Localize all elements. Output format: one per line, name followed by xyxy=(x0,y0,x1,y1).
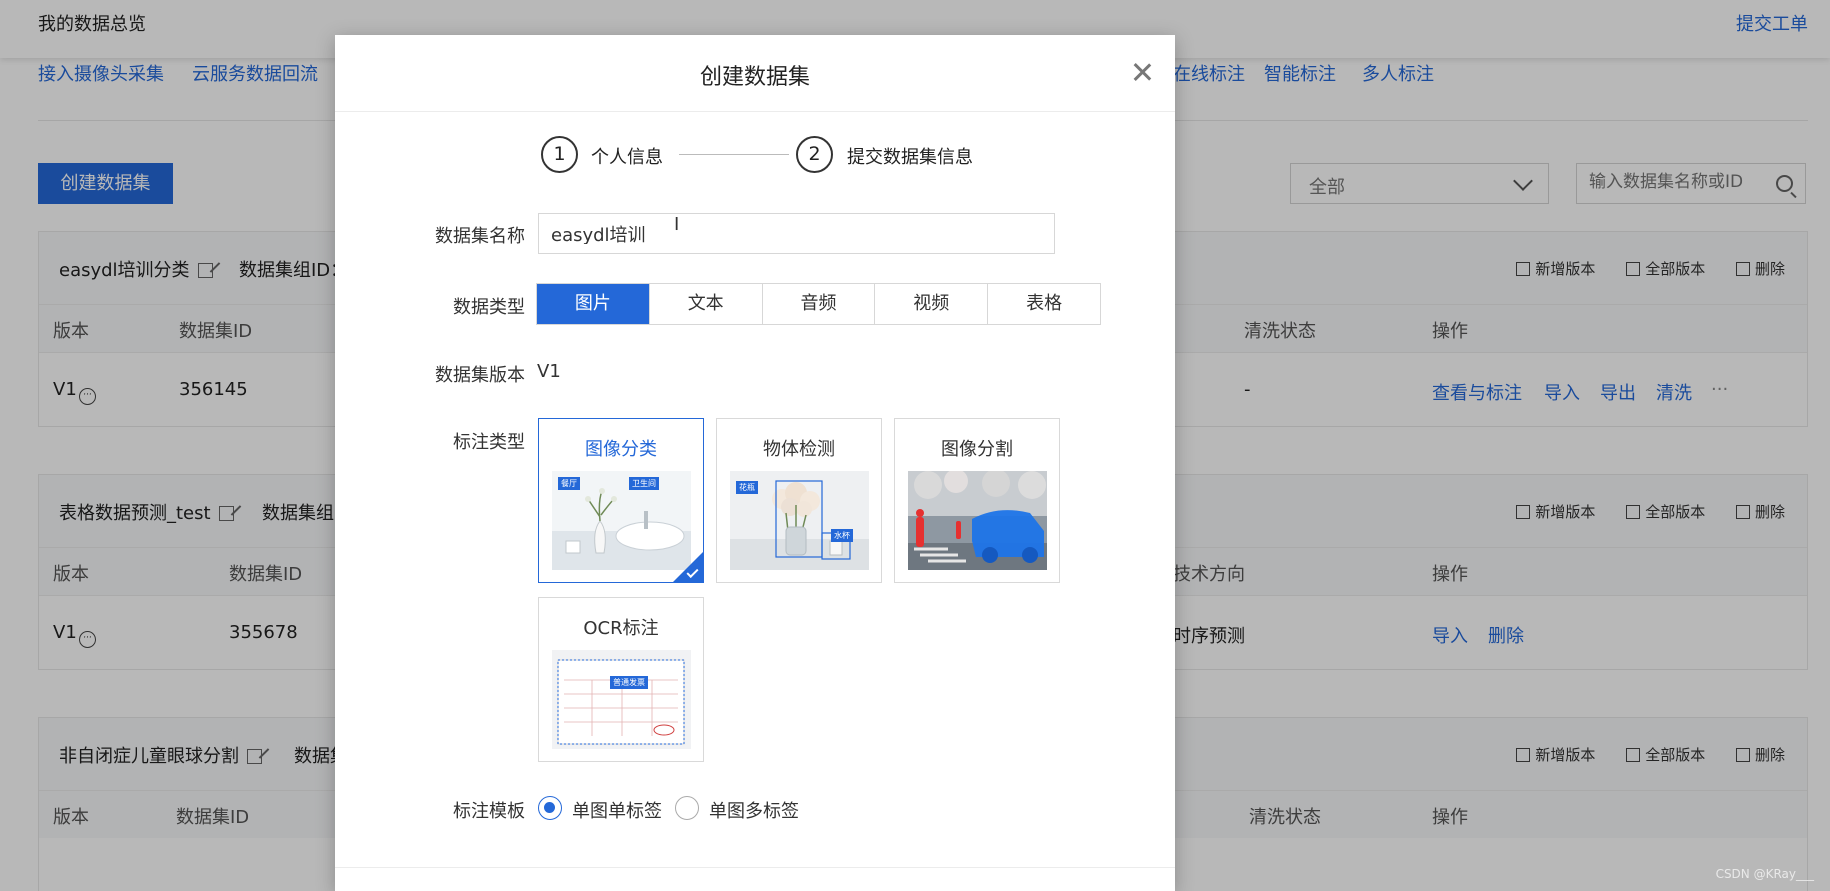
create-dataset-dialog: 创建数据集 1 个人信息 2 提交数据集信息 数据集名称 Ι 数据类型 图片 文… xyxy=(335,35,1175,891)
data-type-table[interactable]: 表格 xyxy=(987,284,1100,324)
data-type-tabs: 图片 文本 音频 视频 表格 xyxy=(536,283,1101,325)
annotation-image-classification[interactable]: 图像分类 餐厅 卫生间 xyxy=(538,418,704,583)
street-scene-image xyxy=(908,471,1047,570)
annotation-tag: 卫生间 xyxy=(629,477,659,490)
template-multi-label-radio[interactable] xyxy=(675,796,699,820)
step-connector xyxy=(679,154,789,155)
step-label-1: 个人信息 xyxy=(591,147,663,168)
data-type-audio[interactable]: 音频 xyxy=(761,284,875,324)
step-indicator: 1 个人信息 2 提交数据集信息 xyxy=(541,136,981,176)
template-single-label-radio[interactable] xyxy=(538,796,562,820)
annotation-card-title: 物体检测 xyxy=(763,439,835,460)
dataset-name-label: 数据集名称 xyxy=(435,226,525,247)
template-multi-label-text[interactable]: 单图多标签 xyxy=(709,797,799,823)
data-type-text[interactable]: 文本 xyxy=(648,284,762,324)
annotation-image-segmentation[interactable]: 图像分割 xyxy=(894,418,1060,583)
data-type-video[interactable]: 视频 xyxy=(874,284,987,324)
data-type-label: 数据类型 xyxy=(453,297,525,318)
dialog-footer-divider xyxy=(335,867,1175,868)
annotation-card-title: 图像分类 xyxy=(585,439,657,460)
annotation-tag: 普通发票 xyxy=(610,676,648,689)
dataset-name-field[interactable] xyxy=(538,213,1055,254)
annotation-card-title: 图像分割 xyxy=(941,439,1013,460)
annotation-ocr[interactable]: OCR标注 普通发票 xyxy=(538,597,704,762)
dataset-version-label: 数据集版本 xyxy=(435,365,525,386)
annotation-template-label: 标注模板 xyxy=(453,801,525,822)
step-number-1: 1 xyxy=(541,136,578,173)
annotation-tag: 餐厅 xyxy=(558,477,580,490)
close-icon[interactable] xyxy=(1131,61,1153,83)
annotation-tag: 水杯 xyxy=(831,529,853,542)
annotation-type-label: 标注类型 xyxy=(453,432,525,453)
image-segmentation-thumbnail xyxy=(908,471,1047,570)
annotation-card-title: OCR标注 xyxy=(583,618,659,639)
object-detection-thumbnail: 花瓶 水杯 xyxy=(730,471,869,570)
invoice-image xyxy=(552,650,691,749)
annotation-object-detection[interactable]: 物体检测 花瓶 水杯 xyxy=(716,418,882,583)
annotation-tag: 花瓶 xyxy=(736,481,758,494)
step-label-2: 提交数据集信息 xyxy=(847,147,973,168)
dialog-header: 创建数据集 xyxy=(335,35,1175,112)
template-single-label-text[interactable]: 单图单标签 xyxy=(572,797,662,823)
selected-corner xyxy=(672,551,704,583)
ocr-thumbnail: 普通发票 xyxy=(552,650,691,749)
step-number-2: 2 xyxy=(796,136,833,173)
text-cursor-icon: Ι xyxy=(674,214,680,235)
watermark: CSDN @KRay___ xyxy=(1715,867,1814,881)
image-classification-thumbnail: 餐厅 卫生间 xyxy=(552,471,691,570)
dataset-version-value: V1 xyxy=(537,361,561,382)
data-type-image[interactable]: 图片 xyxy=(537,284,649,324)
dataset-name-input[interactable] xyxy=(551,223,1031,244)
dialog-title: 创建数据集 xyxy=(699,65,810,90)
